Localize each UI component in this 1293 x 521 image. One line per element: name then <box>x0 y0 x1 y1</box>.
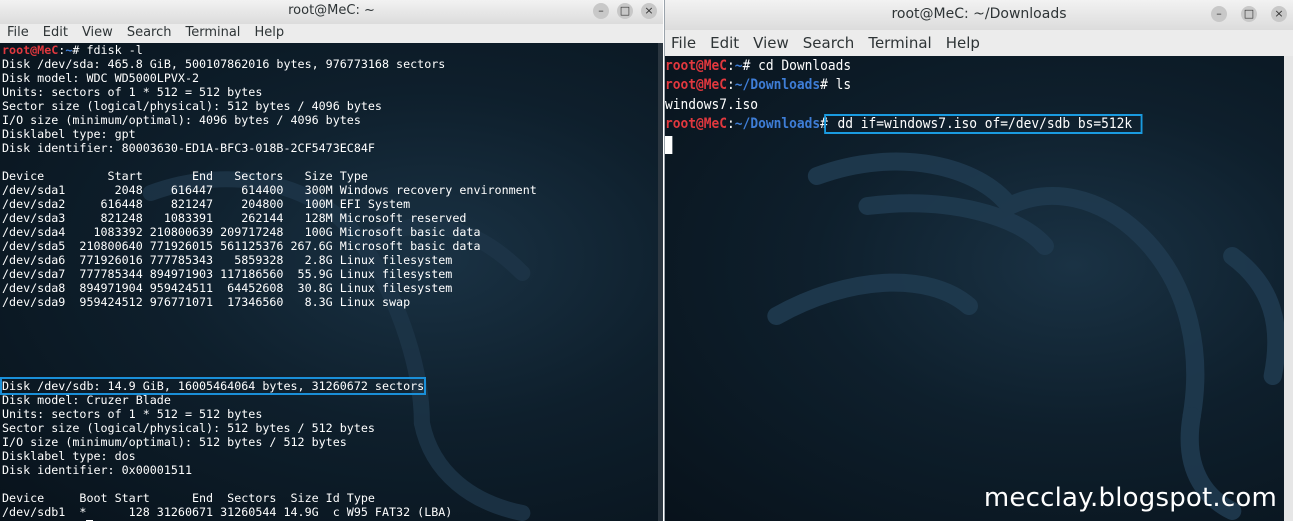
sda-info-line: Sector size (logical/physical): 512 byte… <box>2 99 382 113</box>
sdb-info-line: Disklabel type: dos <box>2 449 136 463</box>
sdb-table-header: Device Boot Start End Sectors Size Id Ty… <box>2 491 375 505</box>
menu-help[interactable]: Help <box>946 30 980 56</box>
sdb-info-line: Units: sectors of 1 * 512 = 512 bytes <box>2 407 263 421</box>
sda-partition-row: /dev/sda6 771926016 777785343 5859328 2.… <box>2 253 453 267</box>
left-titlebar[interactable]: root@MeC: ~ – □ × <box>0 0 663 24</box>
menu-file[interactable]: File <box>7 24 29 43</box>
sda-info-line: Units: sectors of 1 * 512 = 512 bytes <box>2 85 263 99</box>
close-icon[interactable]: × <box>1271 6 1287 22</box>
sda-partition-row: /dev/sda2 616448 821247 204800 100M EFI … <box>2 197 411 211</box>
blog-watermark: mecclay.blogspot.com <box>983 483 1277 513</box>
text-cursor <box>665 135 673 154</box>
left-window-title: root@MeC: ~ <box>288 3 375 18</box>
sdb-header-highlight: Disk /dev/sdb: 14.9 GiB, 16005464064 byt… <box>0 377 427 395</box>
menu-view[interactable]: View <box>753 30 789 56</box>
left-terminal-output: root@MeC:~# fdisk -l Disk /dev/sda: 465.… <box>0 43 663 521</box>
sda-partition-row: /dev/sda4 1083392 210800639 209717248 10… <box>2 225 481 239</box>
sda-info-line: I/O size (minimum/optimal): 4096 bytes /… <box>2 113 361 127</box>
left-terminal-area[interactable]: root@MeC:~# fdisk -l Disk /dev/sda: 465.… <box>0 43 663 521</box>
close-icon[interactable]: × <box>641 3 657 19</box>
menu-file[interactable]: File <box>671 30 696 56</box>
sdb-partition-row: /dev/sdb1 * 128 31260671 31260544 14.9G … <box>2 505 453 519</box>
right-terminal-window[interactable]: root@MeC: ~/Downloads – □ × File Edit Vi… <box>664 0 1293 521</box>
maximize-icon[interactable]: □ <box>617 3 633 19</box>
menu-terminal[interactable]: Terminal <box>868 30 931 56</box>
prompt-line: root@MeC:~# fdisk -l <box>2 43 143 57</box>
sda-partition-row: /dev/sda9 959424512 976771071 17346560 8… <box>2 295 411 309</box>
sda-info-line: Disk model: WDC WD5000LPVX-2 <box>2 71 200 85</box>
sda-partition-row: /dev/sda7 777785344 894971903 117186560 … <box>2 267 453 281</box>
menu-terminal[interactable]: Terminal <box>185 24 240 43</box>
command-text: ls <box>835 77 852 94</box>
sda-table-header: Device Start End Sectors Size Type <box>2 169 368 183</box>
command-text: fdisk -l <box>86 43 143 57</box>
maximize-icon[interactable]: □ <box>1241 6 1257 22</box>
ls-output: windows7.iso <box>665 96 759 113</box>
menu-search[interactable]: Search <box>127 24 172 43</box>
sda-partition-row: /dev/sda1 2048 616447 614400 300M Window… <box>2 183 537 197</box>
sda-partition-row: /dev/sda5 210800640 771926015 561125376 … <box>2 239 481 253</box>
menu-edit[interactable]: Edit <box>43 24 68 43</box>
command-text: cd Downloads <box>758 58 852 74</box>
right-titlebar[interactable]: root@MeC: ~/Downloads – □ × <box>665 0 1293 30</box>
minimize-icon[interactable]: – <box>1211 6 1227 22</box>
left-menubar: File Edit View Search Terminal Help <box>0 24 663 43</box>
dd-command-highlight: dd if=windows7.iso of=/dev/sdb bs=512k <box>824 114 1143 135</box>
sda-partition-row: /dev/sda8 894971904 959424511 64452608 3… <box>2 281 453 295</box>
menu-help[interactable]: Help <box>254 24 284 43</box>
prompt-line: root@MeC:~/Downloads# dd if=windows7.iso… <box>665 114 1243 135</box>
prompt-line: root@MeC:~/Downloads# ls <box>665 77 852 94</box>
prompt-line: root@MeC:~# cd Downloads <box>665 58 852 74</box>
sdb-info-line: Disk model: Cruzer Blade <box>2 393 171 407</box>
right-terminal-area[interactable]: root@MeC:~# cd Downloads root@MeC:~/Down… <box>665 56 1293 521</box>
minimize-icon[interactable]: – <box>593 3 609 19</box>
sda-info-line: Disklabel type: gpt <box>2 127 136 141</box>
sdb-info-line: Disk identifier: 0x00001511 <box>2 463 192 477</box>
sda-info-line: Disk identifier: 80003630-ED1A-BFC3-018B… <box>2 141 375 155</box>
menu-view[interactable]: View <box>82 24 113 43</box>
sdb-info-line: I/O size (minimum/optimal): 512 bytes / … <box>2 435 347 449</box>
menu-search[interactable]: Search <box>803 30 855 56</box>
left-terminal-window[interactable]: root@MeC: ~ – □ × File Edit View Search … <box>0 0 663 521</box>
sda-partition-row: /dev/sda3 821248 1083391 262144 128M Mic… <box>2 211 467 225</box>
right-menubar: File Edit View Search Terminal Help <box>665 30 1293 56</box>
menu-edit[interactable]: Edit <box>710 30 739 56</box>
sda-header: Disk /dev/sda: 465.8 GiB, 500107862016 b… <box>2 57 446 71</box>
right-terminal-output: root@MeC:~# cd Downloads root@MeC:~/Down… <box>665 56 1293 154</box>
sdb-info-line: Sector size (logical/physical): 512 byte… <box>2 421 375 435</box>
right-window-title: root@MeC: ~/Downloads <box>891 6 1067 22</box>
